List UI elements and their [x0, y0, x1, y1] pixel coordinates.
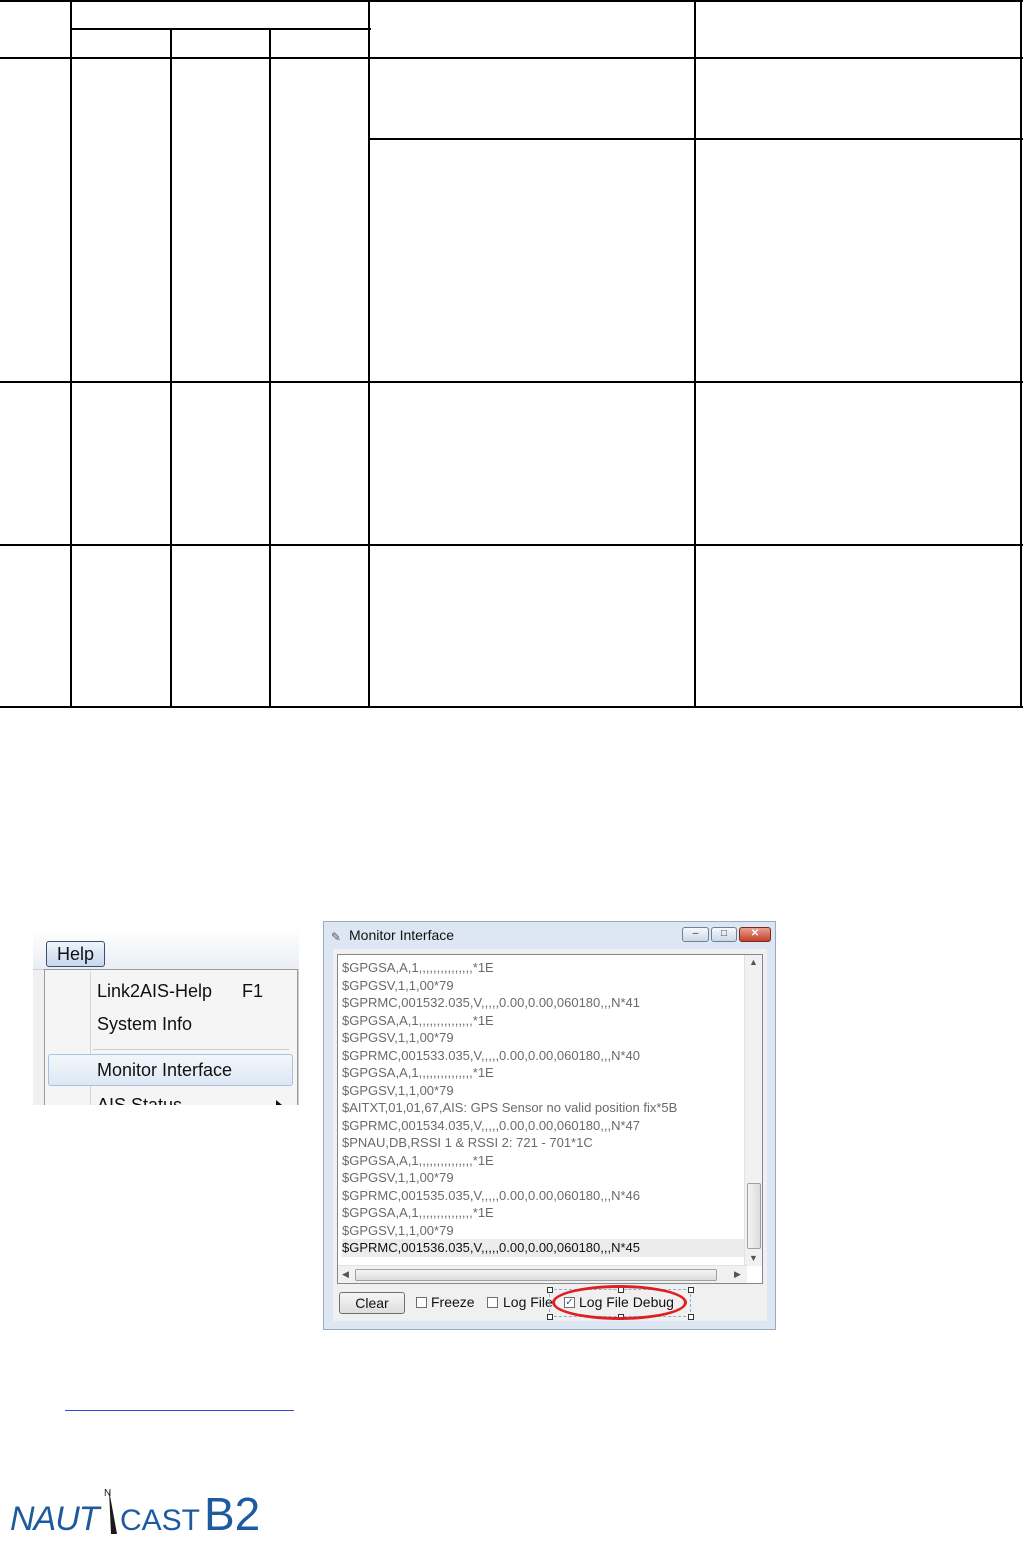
log-file-checkbox[interactable] — [487, 1297, 498, 1308]
log-line: $GPRMC,001533.035,V,,,,,0.00,0.00,060180… — [342, 1047, 641, 1063]
table-row-divider — [0, 544, 1023, 546]
vertical-scrollbar[interactable]: ▲ ▼ — [744, 955, 762, 1266]
help-menu-button[interactable]: Help — [46, 941, 105, 967]
log-line: $GPGSA,A,1,,,,,,,,,,,,,,,*1E — [342, 1205, 494, 1220]
table-border-top — [0, 0, 1023, 2]
table-header-subline — [71, 28, 371, 30]
help-menu-screenshot: Help Link2AIS-Help F1 System Info Monito… — [33, 929, 299, 1105]
scroll-up-icon[interactable]: ▲ — [749, 957, 758, 967]
logo-text-b2: B2 — [204, 1488, 260, 1540]
clear-button[interactable]: Clear — [339, 1292, 405, 1314]
log-line: $AITXT,01,01,67,AIS: GPS Sensor no valid… — [342, 1100, 678, 1115]
log-line: $PNAU,DB,RSSI 1 & RSSI 2: 721 - 701*1C — [342, 1135, 593, 1150]
menu-item-label: Monitor Interface — [97, 1060, 233, 1080]
log-line: $GPGSV,1,1,00*79 — [342, 1082, 454, 1098]
table-col-divider — [269, 28, 271, 708]
vertical-scroll-thumb[interactable] — [747, 1183, 761, 1249]
highlight-circle — [552, 1285, 687, 1320]
horizontal-scrollbar[interactable]: ◀ ▶ — [338, 1265, 747, 1283]
freeze-checkbox[interactable] — [416, 1297, 427, 1308]
menu-item-system-info[interactable]: System Info — [48, 1008, 291, 1040]
selection-handle — [688, 1287, 694, 1293]
scroll-right-icon[interactable]: ▶ — [734, 1269, 741, 1280]
log-line: $GPGSA,A,1,,,,,,,,,,,,,,,*1E — [342, 1152, 494, 1168]
hyperlink-underline[interactable] — [65, 1394, 294, 1411]
maximize-button[interactable]: □ — [711, 927, 737, 942]
menu-item-shortcut: F1 — [242, 981, 264, 1001]
log-line: $GPGSA,A,1,,,,,,,,,,,,,,,*1E — [342, 960, 494, 975]
log-lines: $GPGSA,A,1,,,,,,,,,,,,,,,*1E $GPGSV,1,1,0… — [342, 959, 744, 1257]
logo-text-naut: NAUT — [10, 1500, 102, 1538]
log-file-label: Log File — [503, 1294, 553, 1310]
close-button[interactable]: ✕ — [739, 927, 771, 942]
logo-text-cast: CAST — [120, 1504, 200, 1537]
log-line: $GPGSA,A,1,,,,,,,,,,,,,,,*1E — [342, 1012, 494, 1028]
table-border-bottom — [0, 706, 1023, 708]
nmea-log-textbox[interactable]: $GPGSA,A,1,,,,,,,,,,,,,,,*1E $GPGSV,1,1,0… — [337, 954, 763, 1284]
minimize-button[interactable]: – — [682, 927, 709, 942]
menu-item-ais-status[interactable]: AIS Status — [48, 1089, 291, 1105]
menu-item-label: System Info — [97, 1014, 193, 1034]
horizontal-scroll-thumb[interactable] — [355, 1269, 717, 1281]
table-border-right — [1020, 0, 1022, 708]
app-icon: ✎ — [331, 930, 342, 944]
selection-handle — [547, 1314, 553, 1320]
log-line: $GPRMC,001535.035,V,,,,,0.00,0.00,060180… — [342, 1187, 641, 1203]
log-line: $GPRMC,001532.035,V,,,,,0.00,0.00,060180… — [342, 995, 641, 1010]
monitor-interface-window: ✎ Monitor Interface – □ ✕ $GPGSA,A,1,,,,… — [323, 921, 776, 1330]
log-line: $GPGSA,A,1,,,,,,,,,,,,,,,*1E — [342, 1065, 494, 1080]
table-row-divider — [0, 381, 1023, 383]
log-line: $GPGSV,1,1,00*79 — [342, 1222, 454, 1238]
submenu-arrow-icon — [276, 1100, 282, 1105]
freeze-label: Freeze — [431, 1294, 475, 1310]
menu-item-monitor-interface[interactable]: Monitor Interface — [48, 1054, 293, 1086]
scroll-down-icon[interactable]: ▼ — [749, 1253, 758, 1263]
table-header-bottom — [0, 57, 1023, 59]
table-col-divider — [368, 0, 370, 708]
table-row-divider — [369, 138, 1023, 140]
help-dropdown: Link2AIS-Help F1 System Info Monitor Int… — [44, 969, 298, 1105]
menu-item-label: Link2AIS-Help — [97, 981, 213, 1001]
window-client-area: $GPGSA,A,1,,,,,,,,,,,,,,,*1E $GPGSV,1,1,0… — [333, 949, 767, 1321]
menu-item-link2ais-help[interactable]: Link2AIS-Help F1 — [48, 975, 291, 1007]
table-col-divider — [70, 0, 72, 708]
window-title: Monitor Interface — [349, 927, 455, 943]
menu-item-label: AIS Status — [97, 1095, 183, 1105]
table-col-divider — [170, 28, 172, 708]
selection-handle — [688, 1314, 694, 1320]
selection-handle — [547, 1287, 553, 1293]
log-line: $GPGSV,1,1,00*79 — [342, 1030, 454, 1045]
log-line: $GPGSV,1,1,00*79 — [342, 1170, 454, 1185]
menu-separator — [93, 1049, 289, 1050]
log-line: $GPGSV,1,1,00*79 — [342, 977, 454, 993]
log-line: $GPRMC,001536.035,V,,,,,0.00,0.00,060180… — [342, 1239, 744, 1257]
nauticast-b2-logo: NAUT N CAST B2 — [10, 1488, 260, 1540]
spec-table — [0, 0, 1023, 710]
scroll-left-icon[interactable]: ◀ — [342, 1269, 349, 1280]
log-line: $GPRMC,001534.035,V,,,,,0.00,0.00,060180… — [342, 1117, 641, 1133]
logo-compass-letter: N — [104, 1488, 111, 1499]
table-col-divider — [694, 0, 696, 708]
